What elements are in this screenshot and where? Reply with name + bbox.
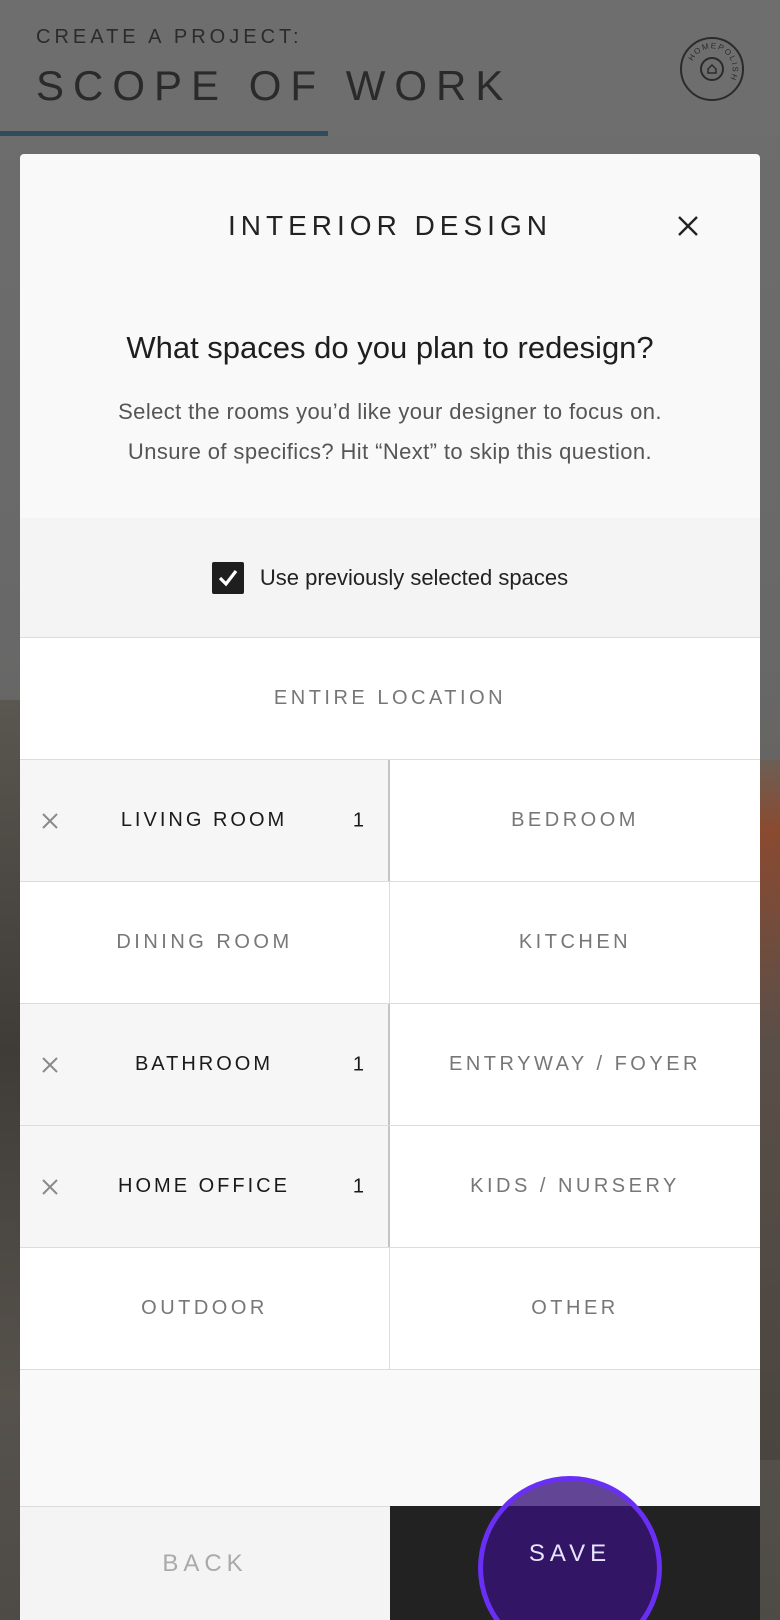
room-count: 1	[352, 1053, 364, 1075]
entire-location-label: ENTIRE LOCATION	[273, 687, 507, 709]
entire-location-option[interactable]: ENTIRE LOCATION	[20, 638, 760, 760]
room-option-home-office[interactable]: HOME OFFICE 1	[20, 1126, 390, 1247]
room-label: KIDS / NURSERY	[470, 1175, 680, 1197]
room-row: DINING ROOM KITCHEN	[20, 882, 760, 1004]
room-label: LIVING ROOM	[120, 809, 288, 831]
remove-icon[interactable]	[40, 1177, 60, 1197]
use-previous-spaces-row[interactable]: Use previously selected spaces	[20, 518, 760, 638]
background-photo-edge-right	[758, 760, 780, 1460]
header: CREATE A PROJECT: SCOPE OF WORK HOMEPOLI…	[0, 0, 780, 136]
room-count: 1	[352, 809, 364, 831]
room-option-kids-nursery[interactable]: KIDS / NURSERY	[390, 1126, 760, 1247]
save-button-label: SAVE	[528, 1540, 612, 1567]
room-label: HOME OFFICE	[118, 1175, 290, 1197]
modal-title: INTERIOR DESIGN	[228, 210, 552, 241]
room-option-living-room[interactable]: LIVING ROOM 1	[20, 760, 390, 881]
remove-icon[interactable]	[40, 811, 60, 831]
helper-line-2: Unsure of specifics? Hit “Next” to skip …	[127, 439, 653, 464]
room-label: OUTDOOR	[141, 1297, 268, 1319]
remove-icon[interactable]	[40, 1055, 60, 1075]
logo-ring: HOMEPOLISH	[687, 41, 740, 82]
room-label: BEDROOM	[511, 809, 639, 831]
room-row: HOME OFFICE 1 KIDS / NURSERY	[20, 1126, 760, 1248]
progress-fill	[0, 131, 328, 136]
room-row: OUTDOOR OTHER	[20, 1248, 760, 1370]
helper-line-1: Select the rooms you’d like your designe…	[118, 399, 662, 424]
room-row: BATHROOM 1 ENTRYWAY / FOYER	[20, 1004, 760, 1126]
room-option-dining-room[interactable]: DINING ROOM	[20, 882, 390, 1003]
room-option-kitchen[interactable]: KITCHEN	[390, 882, 760, 1003]
room-option-bathroom[interactable]: BATHROOM 1	[20, 1004, 390, 1125]
room-option-entryway-foyer[interactable]: ENTRYWAY / FOYER	[390, 1004, 760, 1125]
svg-text:HOMEPOLISH: HOMEPOLISH	[687, 41, 740, 82]
interior-design-modal: INTERIOR DESIGN What spaces do you plan …	[20, 154, 760, 1620]
room-option-bedroom[interactable]: BEDROOM	[390, 760, 760, 881]
room-option-other[interactable]: OTHER	[390, 1248, 760, 1369]
header-subtitle: CREATE A PROJECT:	[36, 26, 303, 48]
use-previous-spaces-label: Use previously selected spaces	[259, 564, 569, 590]
room-grid: LIVING ROOM 1 BEDROOM DINING ROOM KITCHEN BAT…	[20, 760, 760, 1370]
room-count: 1	[352, 1175, 364, 1197]
room-label: KITCHEN	[518, 931, 632, 953]
room-label: ENTRYWAY / FOYER	[449, 1053, 701, 1075]
room-option-outdoor[interactable]: OUTDOOR	[20, 1248, 390, 1369]
close-icon[interactable]	[674, 212, 702, 240]
homepolish-logo-icon: HOMEPOLISH	[680, 37, 744, 101]
logo-text: HOMEPOLISH	[687, 41, 739, 82]
page-title: SCOPE OF WORK	[36, 62, 513, 109]
question-heading: What spaces do you plan to redesign?	[126, 330, 654, 365]
back-button[interactable]: BACK	[20, 1506, 390, 1620]
room-label: BATHROOM	[134, 1053, 274, 1075]
use-previous-spaces-checkbox[interactable]	[211, 561, 244, 594]
room-label: DINING ROOM	[116, 931, 293, 953]
room-row: LIVING ROOM 1 BEDROOM	[20, 760, 760, 882]
helper-text: Select the rooms you’d like your designe…	[60, 392, 720, 472]
progress-bar	[0, 131, 780, 136]
checkmark-icon	[218, 569, 238, 586]
background-photo-edge-left	[0, 700, 22, 1400]
room-label: OTHER	[531, 1297, 619, 1319]
app-screen: CREATE A PROJECT: SCOPE OF WORK HOMEPOLI…	[0, 0, 780, 1620]
